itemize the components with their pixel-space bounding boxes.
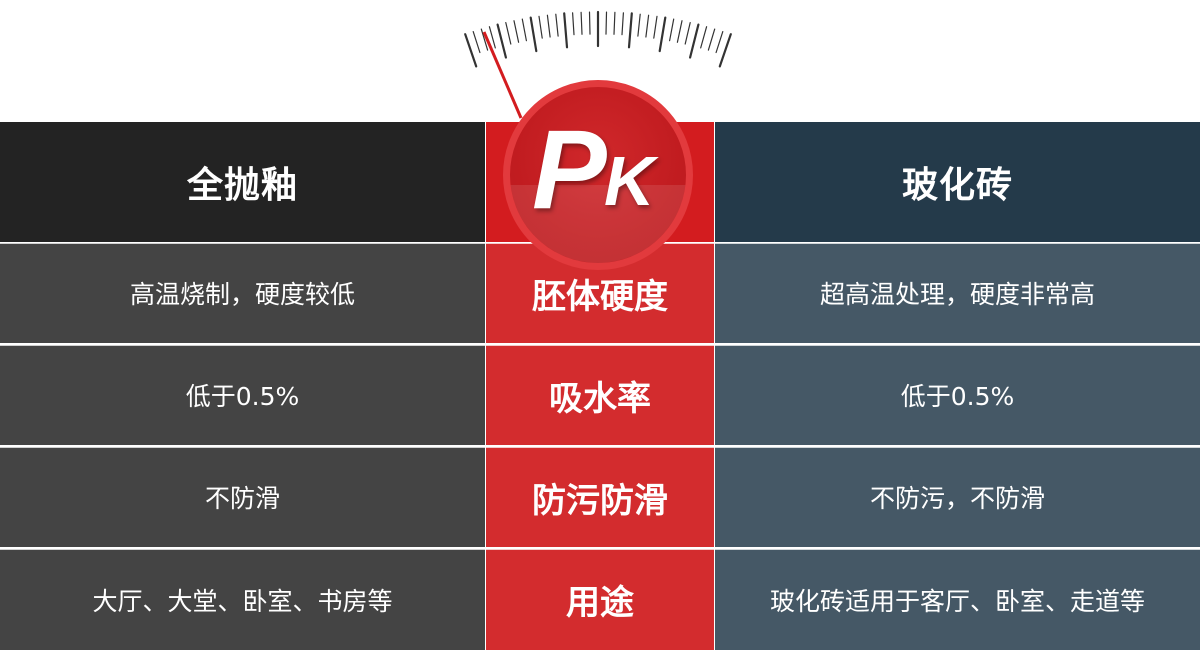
gauge-tick — [653, 15, 658, 39]
gauge-tick — [529, 16, 538, 53]
table-cell-right: 超高温处理，硬度非常高 — [715, 243, 1200, 343]
gauge-tick — [580, 11, 583, 35]
gauge-tick — [715, 31, 724, 54]
table-cell-right: 不防污，不防滑 — [715, 447, 1200, 547]
column-left-header: 全抛釉 — [0, 122, 485, 242]
gauge-tick — [621, 12, 625, 36]
gauge-tick — [605, 11, 608, 35]
gauge-tick — [538, 15, 543, 39]
gauge-tick — [546, 14, 551, 38]
column-right-header: 玻化砖 — [715, 122, 1200, 242]
gauge-tick — [571, 12, 575, 36]
table-cell-left: 高温烧制，硬度较低 — [0, 243, 485, 343]
gauge-tick — [563, 12, 569, 49]
gauge-tick — [555, 13, 559, 37]
table-cell-left: 低于0.5% — [0, 345, 485, 445]
row-divider — [0, 548, 1200, 550]
table-cell-right: 低于0.5% — [715, 345, 1200, 445]
table-cell-right: 玻化砖适用于客厅、卧室、走道等 — [715, 549, 1200, 650]
gauge-tick — [718, 33, 732, 68]
gauge-tick — [588, 11, 591, 35]
row-divider — [0, 344, 1200, 346]
gauge-tick — [645, 14, 650, 38]
column-right: 玻化砖 超高温处理，硬度非常高 低于0.5% 不防污，不防滑 玻化砖适用于客厅、… — [715, 122, 1200, 650]
gauge-tick — [637, 13, 641, 37]
column-left: 全抛釉 高温烧制，硬度较低 低于0.5% 不防滑 大厅、大堂、卧室、书房等 — [0, 122, 485, 650]
table-cell-left: 大厅、大堂、卧室、书房等 — [0, 549, 485, 650]
pk-logo: P K — [532, 114, 682, 232]
gauge-tick — [513, 20, 520, 43]
gauge-tick — [496, 23, 507, 59]
row-label: 用途 — [486, 549, 714, 650]
row-divider — [0, 446, 1200, 448]
gauge-tick — [472, 31, 481, 54]
gauge-tick — [668, 18, 675, 42]
pk-letter-k: K — [604, 142, 655, 220]
gauge-tick — [521, 18, 528, 42]
comparison-page: 全抛釉 高温烧制，硬度较低 低于0.5% 不防滑 大厅、大堂、卧室、书房等 胚体… — [0, 0, 1200, 650]
gauge-tick — [700, 26, 708, 49]
table-cell-left: 不防滑 — [0, 447, 485, 547]
pk-letter-p: P — [532, 107, 607, 232]
row-label: 防污防滑 — [486, 447, 714, 547]
gauge-tick — [627, 12, 633, 49]
gauge-tick — [658, 16, 667, 53]
gauge-tick — [505, 22, 512, 45]
gauge-tick — [707, 28, 716, 51]
row-label: 吸水率 — [486, 345, 714, 445]
column-divider — [714, 122, 715, 650]
gauge-tick — [613, 11, 616, 35]
column-divider — [485, 122, 486, 650]
gauge-tick — [684, 22, 691, 45]
gauge-tick — [464, 33, 478, 68]
gauge-tick — [688, 23, 700, 59]
gauge-tick — [676, 20, 683, 43]
